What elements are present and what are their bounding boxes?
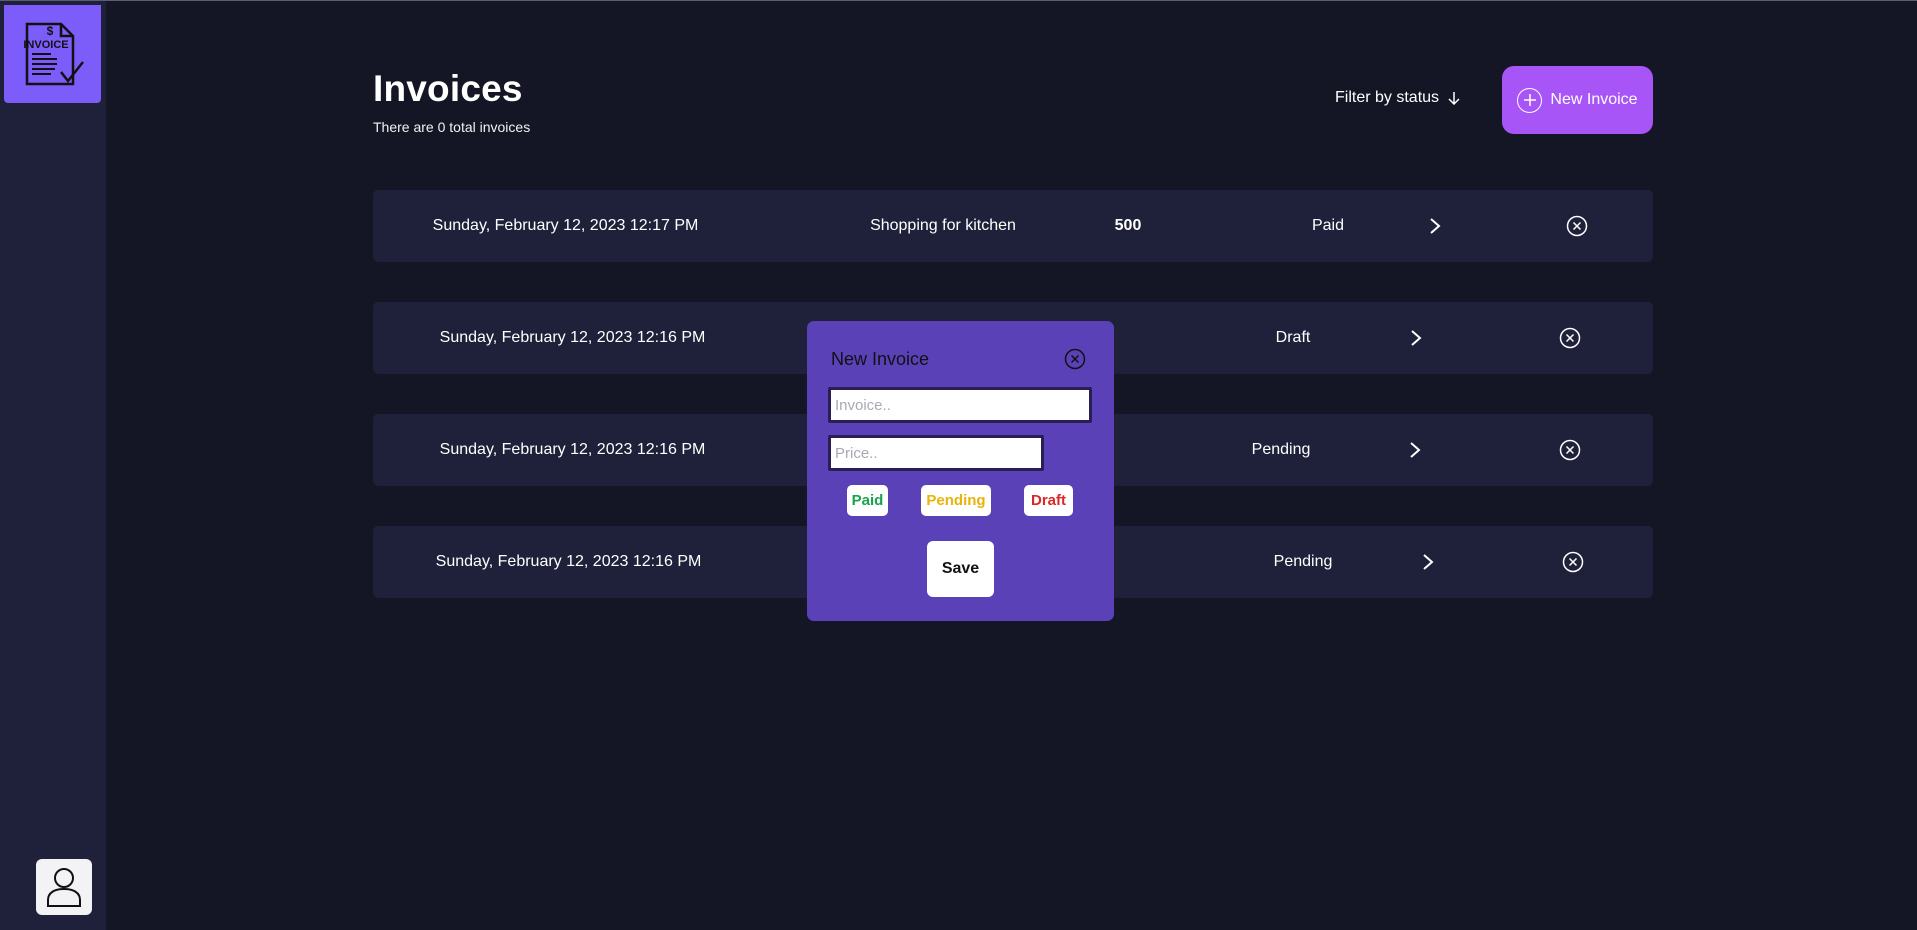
delete-icon[interactable] (1557, 302, 1583, 374)
status-option-paid[interactable]: Paid (847, 485, 888, 516)
chevron-right-icon[interactable] (1423, 190, 1447, 262)
page-header: Invoices There are 0 total invoices (373, 65, 530, 135)
invoice-logo-icon: $ INVOICE (23, 22, 84, 86)
delete-icon[interactable] (1560, 526, 1586, 598)
invoice-row[interactable]: Sunday, February 12, 2023 12:17 PM Shopp… (373, 190, 1653, 262)
invoice-description: Shopping for kitchen (870, 217, 1016, 234)
user-icon (47, 868, 81, 907)
modal-title: New Invoice (831, 349, 930, 369)
new-invoice-modal: New Invoice Paid Pending Draft Save (807, 321, 1114, 621)
status-option-draft[interactable]: Draft (1024, 485, 1073, 516)
chevron-right-icon[interactable] (1404, 302, 1428, 374)
plus-circle-icon (1517, 87, 1543, 113)
invoice-input[interactable] (828, 387, 1092, 423)
invoice-status: Pending (1273, 553, 1333, 570)
delete-icon[interactable] (1557, 414, 1583, 486)
invoice-status: Draft (1275, 329, 1311, 346)
page-title: Invoices (373, 68, 523, 109)
new-invoice-button[interactable]: New Invoice (1502, 66, 1653, 134)
status-option-pending[interactable]: Pending (921, 485, 991, 516)
svg-text:$: $ (46, 24, 53, 38)
invoice-status: Paid (1311, 217, 1345, 234)
invoice-date: Sunday, February 12, 2023 12:16 PM (439, 441, 706, 458)
chevron-right-icon[interactable] (1416, 526, 1440, 598)
close-icon[interactable] (1064, 348, 1086, 375)
sidebar: $ INVOICE (0, 1, 106, 930)
invoice-date: Sunday, February 12, 2023 12:16 PM (439, 329, 706, 346)
filter-by-status[interactable]: Filter by status (1335, 89, 1461, 107)
new-invoice-label: New Invoice (1550, 91, 1638, 108)
avatar[interactable] (36, 859, 92, 915)
invoice-date: Sunday, February 12, 2023 12:16 PM (435, 553, 702, 570)
arrow-down-icon (1448, 92, 1460, 105)
svg-text:INVOICE: INVOICE (23, 39, 68, 51)
chevron-right-icon[interactable] (1403, 414, 1427, 486)
invoice-count: There are 0 total invoices (373, 119, 531, 135)
invoice-amount: 500 (1114, 217, 1142, 234)
invoice-status: Pending (1251, 441, 1311, 458)
price-input[interactable] (828, 435, 1044, 471)
save-button[interactable]: Save (927, 541, 994, 597)
invoice-date: Sunday, February 12, 2023 12:17 PM (432, 217, 699, 234)
app-logo[interactable]: $ INVOICE (4, 5, 101, 103)
delete-icon[interactable] (1564, 190, 1590, 262)
filter-label: Filter by status (1335, 89, 1440, 106)
